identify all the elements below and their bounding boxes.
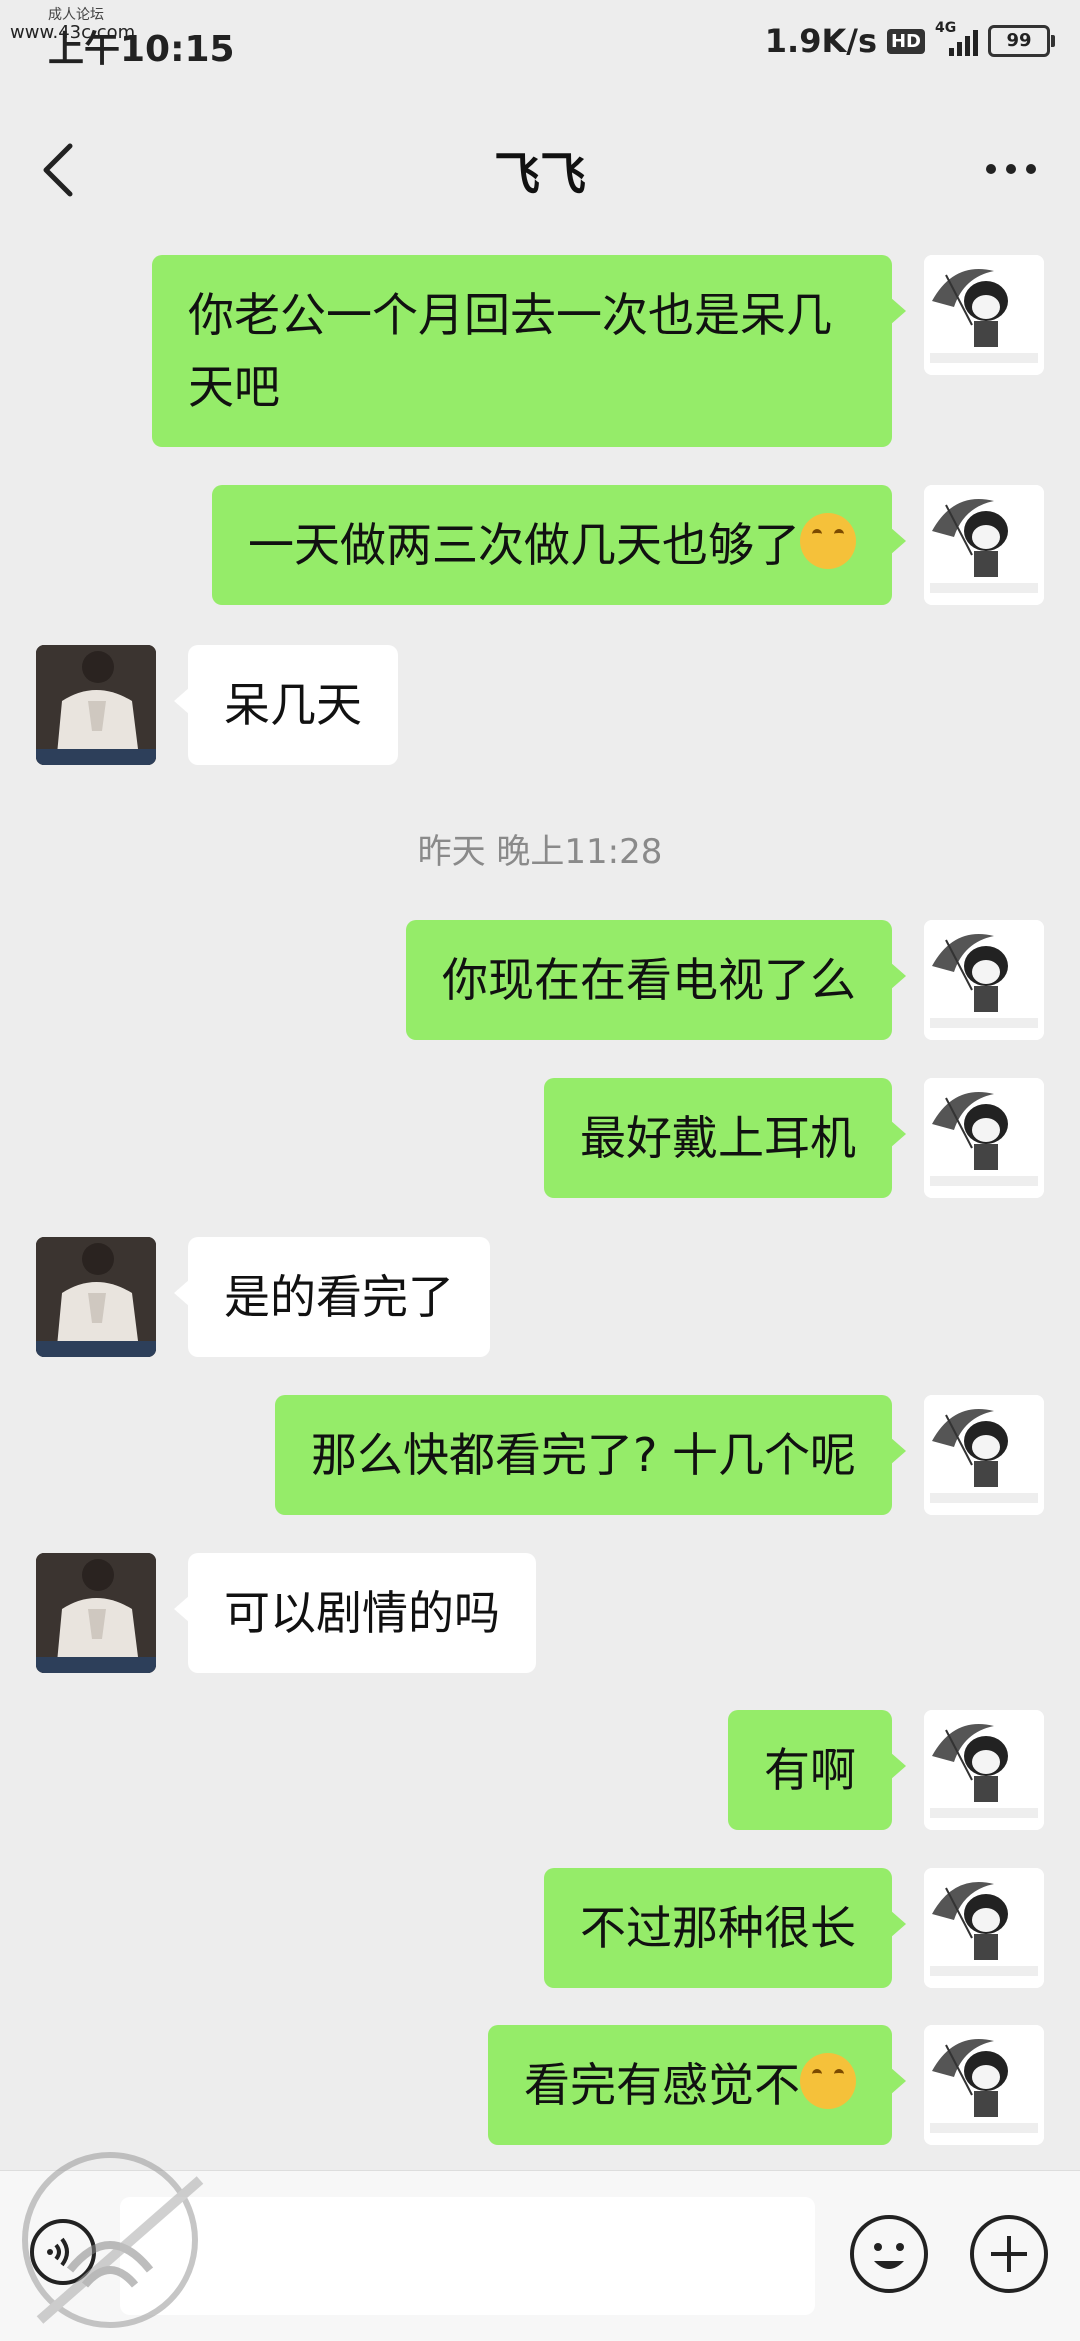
message-text: 呆几天 [224, 678, 362, 732]
message-bubble-received[interactable]: 可以剧情的吗 [174, 1553, 536, 1673]
umbrella-meme-avatar-icon [924, 255, 1044, 375]
message-text: 是的看完了 [224, 1270, 454, 1324]
umbrella-meme-avatar-icon [924, 2025, 1044, 2145]
battery-icon: 99 [988, 25, 1055, 57]
message-text: 你现在在看电视了么 [442, 953, 856, 1007]
emoji-smile-icon [874, 2243, 904, 2269]
my-avatar[interactable] [924, 255, 1044, 375]
message-bubble-sent[interactable]: 看完有感觉不 [488, 2025, 906, 2145]
contact-photo-icon [36, 1553, 156, 1673]
message-bubble-sent[interactable]: 那么快都看完了? 十几个呢 [274, 1395, 907, 1515]
thinking-emoji-icon [800, 2053, 856, 2109]
more-dots-icon [986, 164, 996, 174]
contact-avatar[interactable] [36, 1237, 156, 1357]
chat-header: 飞飞 [0, 90, 1080, 240]
umbrella-meme-avatar-icon [924, 1868, 1044, 1988]
signal-icon: 4G [935, 20, 978, 56]
emoji-button[interactable] [850, 2215, 928, 2293]
umbrella-meme-avatar-icon [924, 485, 1044, 605]
message-row: 最好戴上耳机 [0, 1063, 1080, 1203]
message-row: 可以剧情的吗 [0, 1538, 1080, 1678]
my-avatar[interactable] [924, 1710, 1044, 1830]
message-bubble-sent[interactable]: 你现在在看电视了么 [406, 920, 906, 1040]
message-text: 一天做两三次做几天也够了 [248, 518, 800, 572]
my-avatar[interactable] [924, 1395, 1044, 1515]
umbrella-meme-avatar-icon [924, 1395, 1044, 1515]
watermark-logo [22, 2152, 204, 2328]
message-bubble-sent[interactable]: 有啊 [728, 1710, 906, 1830]
status-indicators: 1.9K/s HD 4G 99 [764, 20, 1055, 60]
my-avatar[interactable] [924, 1868, 1044, 1988]
message-bubble-sent[interactable]: 你老公一个月回去一次也是呆几天吧 [152, 255, 906, 447]
message-bubble-sent[interactable]: 不过那种很长 [544, 1868, 906, 1988]
umbrella-meme-avatar-icon [924, 1078, 1044, 1198]
message-row: 那么快都看完了? 十几个呢 [0, 1380, 1080, 1520]
plus-circle-icon[interactable] [970, 2215, 1048, 2293]
message-bubble-sent[interactable]: 最好戴上耳机 [544, 1078, 906, 1198]
my-avatar[interactable] [924, 2025, 1044, 2145]
thinking-emoji-icon [800, 513, 856, 569]
message-text: 有啊 [764, 1743, 856, 1797]
hd-badge: HD [886, 28, 925, 54]
message-row: 你现在在看电视了么 [0, 905, 1080, 1045]
message-bubble-received[interactable]: 呆几天 [174, 645, 398, 765]
message-timestamp: 昨天 晚上11:28 [417, 832, 663, 872]
message-text: 最好戴上耳机 [580, 1111, 856, 1165]
contact-avatar[interactable] [36, 645, 156, 765]
more-button[interactable] [986, 164, 1036, 174]
message-bubble-received[interactable]: 是的看完了 [174, 1237, 490, 1357]
umbrella-meme-avatar-icon [924, 1710, 1044, 1830]
contact-photo-icon [36, 645, 156, 765]
message-row: 呆几天 [0, 630, 1080, 770]
contact-avatar[interactable] [36, 1553, 156, 1673]
my-avatar[interactable] [924, 920, 1044, 1040]
contact-photo-icon [36, 1237, 156, 1357]
my-avatar[interactable] [924, 485, 1044, 605]
message-row: 一天做两三次做几天也够了 [0, 470, 1080, 610]
status-time: 上午10:15 [48, 29, 235, 70]
umbrella-meme-avatar-icon [924, 920, 1044, 1040]
message-row: 不过那种很长 [0, 1853, 1080, 1993]
network-type: 4G [935, 20, 957, 36]
status-bar: 成人论坛 www.43c.com 上午10:15 1.9K/s HD 4G 99 [0, 0, 1080, 90]
chat-title: 飞飞 [494, 147, 586, 201]
message-text: 你老公一个月回去一次也是呆几天吧 [188, 288, 832, 414]
message-row: 有啊 [0, 1695, 1080, 1835]
message-text: 可以剧情的吗 [224, 1586, 500, 1640]
network-speed: 1.9K/s [764, 22, 877, 60]
my-avatar[interactable] [924, 1078, 1044, 1198]
message-text: 那么快都看完了? 十几个呢 [310, 1428, 856, 1482]
message-bubble-sent[interactable]: 一天做两三次做几天也够了 [212, 485, 906, 605]
message-text: 不过那种很长 [580, 1901, 856, 1955]
message-text: 看完有感觉不 [524, 2058, 800, 2112]
message-row: 你老公一个月回去一次也是呆几天吧 [0, 240, 1080, 450]
message-row: 是的看完了 [0, 1222, 1080, 1362]
